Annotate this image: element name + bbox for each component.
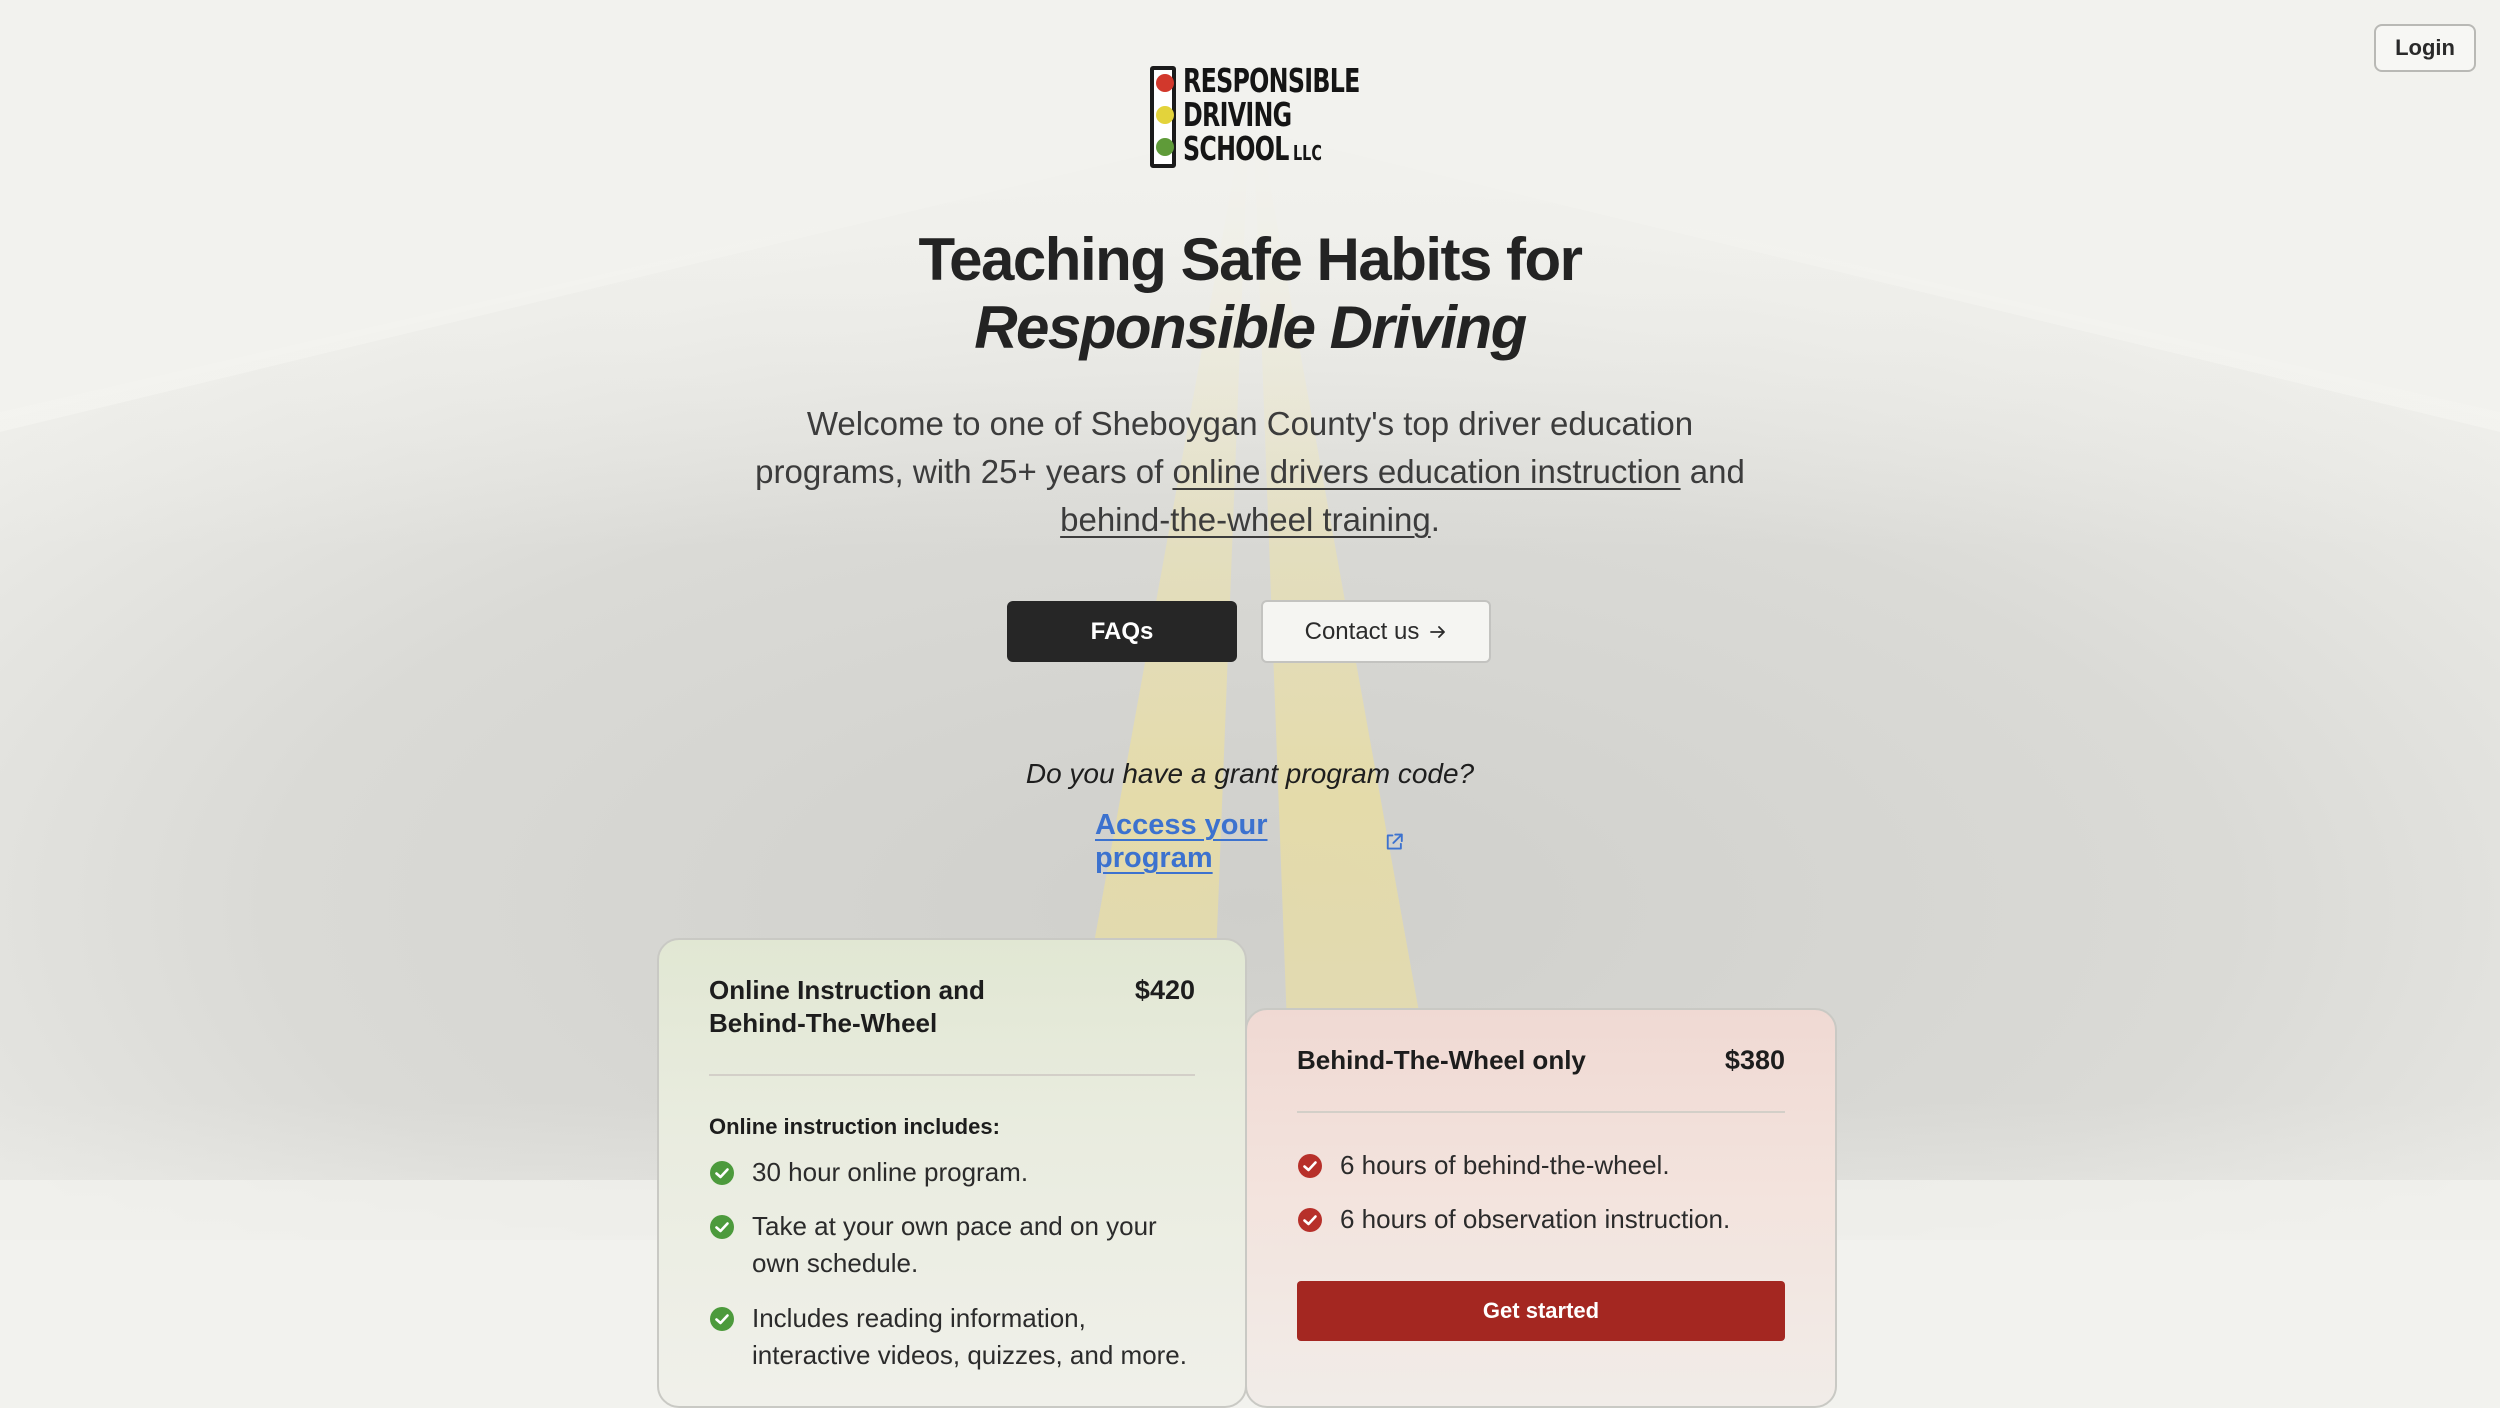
feature-item: 30 hour online program. [709,1154,1192,1191]
traffic-light-icon [1150,66,1176,168]
feature-item: 6 hours of observation instruction. [1297,1201,1780,1238]
external-link-icon [1387,833,1404,850]
card-divider [1297,1111,1785,1113]
feature-item: Includes reading information, interactiv… [709,1300,1192,1374]
feature-text: 30 hour online program. [752,1157,1029,1187]
card-header: Online Instruction and Behind-The-Wheel … [709,974,1195,1040]
arrow-right-icon [1430,625,1446,638]
card-divider [709,1074,1195,1076]
access-program-label[interactable]: Access your program [1095,809,1374,875]
get-started-button[interactable]: Get started [1297,1281,1785,1341]
check-circle-icon [1298,1208,1322,1232]
contact-us-button[interactable]: Contact us [1261,600,1491,663]
feature-text: Includes reading information, interactiv… [752,1303,1187,1370]
red-light [1156,74,1174,92]
feature-text: Take at your own pace and on your own sc… [752,1211,1157,1278]
feature-item: 6 hours of behind-the-wheel. [1297,1147,1780,1184]
logo: RESPONSIBLE DRIVING SCHOOL LLC [1148,64,1360,176]
check-circle-icon [710,1215,734,1239]
intro-paragraph: Welcome to one of Sheboygan County's top… [750,400,1750,544]
contact-us-label: Contact us [1304,617,1420,645]
check-circle-icon [1298,1154,1322,1178]
includes-label: Online instruction includes: [709,1114,1000,1139]
grant-question: Do you have a grant program code? [1025,758,1475,789]
logo-line-1: RESPONSIBLE [1183,61,1360,100]
feature-text: 6 hours of observation instruction. [1340,1204,1731,1234]
plan-price: $420 [1134,975,1195,1005]
logo-line-3-text: SCHOOL [1183,129,1289,168]
login-button[interactable]: Login [2374,24,2476,72]
yellow-light [1156,106,1174,124]
access-program-link[interactable]: Access your program [1095,809,1405,875]
title-line-2: Responsible Driving [974,294,1527,361]
pricing-card-online: Online Instruction and Behind-The-Wheel … [657,938,1247,1408]
logo-wordmark: RESPONSIBLE DRIVING SCHOOL LLC [1183,64,1360,170]
check-circle-icon [710,1161,734,1185]
behind-the-wheel-link[interactable]: behind-the-wheel training [1060,501,1431,538]
card-header: Behind-The-Wheel only $380 [1297,1044,1785,1077]
faqs-button[interactable]: FAQs [1007,601,1237,662]
logo-line-3: SCHOOL LLC [1183,132,1360,170]
logo-suffix: LLC [1292,141,1322,165]
logo-line-2: DRIVING [1183,95,1292,134]
check-circle-icon [710,1307,734,1331]
page-title: Teaching Safe Habits for Responsible Dri… [0,226,2500,362]
pricing-card-behind-the-wheel: Behind-The-Wheel only $380 6 hours of be… [1245,1008,1837,1408]
plan-price: $380 [1724,1045,1785,1075]
plan-name: Behind-The-Wheel only [1297,1045,1586,1075]
green-light [1156,138,1174,156]
intro-text-3: . [1430,501,1440,538]
online-instruction-link[interactable]: online drivers education instruction [1172,453,1680,490]
plan-name: Online Instruction and Behind-The-Wheel [709,975,985,1038]
feature-item: Take at your own pace and on your own sc… [709,1208,1192,1282]
title-line-1: Teaching Safe Habits for [918,226,1583,293]
feature-text: 6 hours of behind-the-wheel. [1340,1150,1670,1180]
intro-text-2: and [1680,453,1745,490]
